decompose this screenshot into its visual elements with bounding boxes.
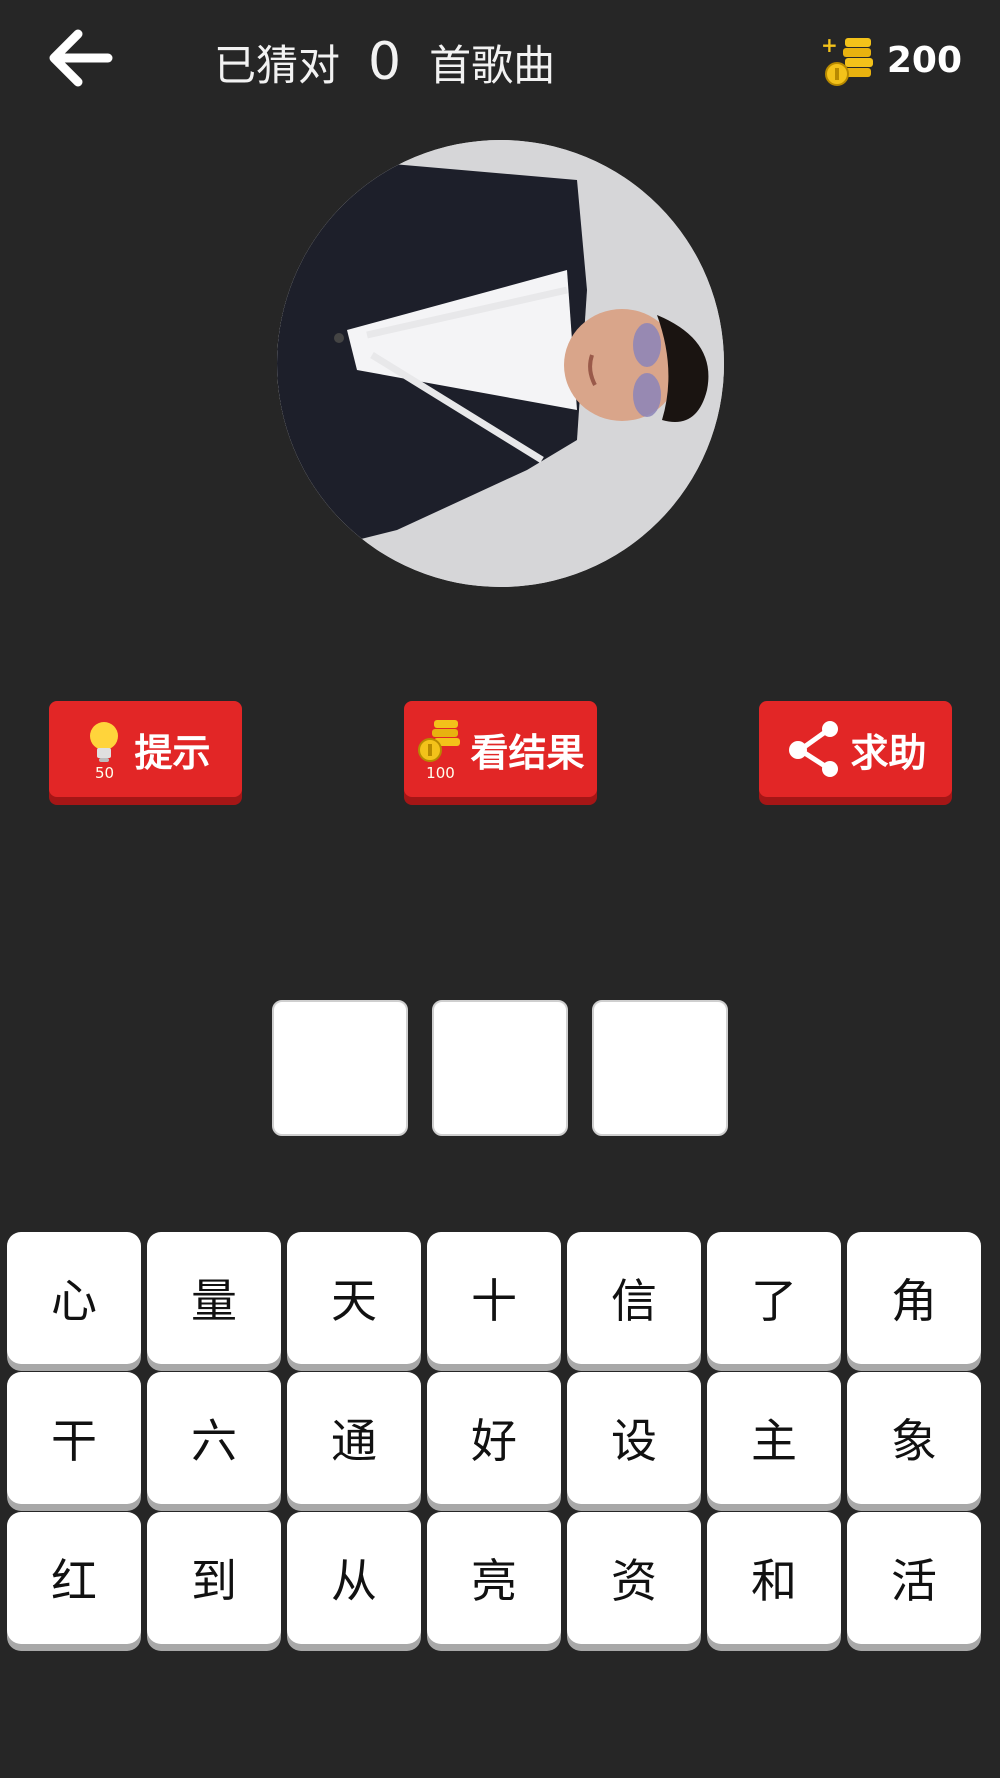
char-key[interactable]: 活 — [847, 1512, 981, 1644]
title-suffix: 首歌曲 — [429, 40, 556, 90]
char-key[interactable]: 主 — [707, 1372, 841, 1504]
char-key[interactable]: 天 — [287, 1232, 421, 1364]
result-cost: 100 — [426, 764, 455, 782]
char-key[interactable]: 和 — [707, 1512, 841, 1644]
char-key[interactable]: 角 — [847, 1232, 981, 1364]
ask-help-button[interactable]: 求助 — [759, 701, 952, 797]
hint-button[interactable]: 50 提示 — [49, 701, 242, 797]
char-key[interactable]: 心 — [7, 1232, 141, 1364]
singer-photo — [277, 140, 724, 587]
arrow-left-icon — [49, 29, 113, 87]
page-title: 已猜对 0 首歌曲 — [214, 22, 555, 102]
char-key[interactable]: 亮 — [427, 1512, 561, 1644]
char-key[interactable]: 到 — [147, 1512, 281, 1644]
char-key[interactable]: 资 — [567, 1512, 701, 1644]
hint-cost: 50 — [94, 764, 115, 782]
char-key[interactable]: 量 — [147, 1232, 281, 1364]
char-key[interactable]: 设 — [567, 1372, 701, 1504]
share-icon — [784, 718, 844, 780]
answer-slot[interactable] — [592, 1000, 728, 1136]
char-key[interactable]: 六 — [147, 1372, 281, 1504]
character-keyboard: 心 量 天 十 信 了 角 干 六 通 好 设 主 象 红 到 从 亮 资 和 … — [7, 1232, 993, 1652]
coins-add-icon: + — [821, 34, 873, 86]
lightbulb-icon: 50 — [80, 718, 128, 782]
show-result-label: 看结果 — [470, 730, 585, 775]
svg-text:+: + — [821, 34, 838, 57]
char-key[interactable]: 信 — [567, 1232, 701, 1364]
char-key[interactable]: 干 — [7, 1372, 141, 1504]
char-key[interactable]: 红 — [7, 1512, 141, 1644]
answer-slot[interactable] — [432, 1000, 568, 1136]
char-key[interactable]: 十 — [427, 1232, 561, 1364]
back-button[interactable] — [48, 28, 114, 88]
char-key[interactable]: 了 — [707, 1232, 841, 1364]
char-key[interactable]: 象 — [847, 1372, 981, 1504]
char-key[interactable]: 通 — [287, 1372, 421, 1504]
coin-amount: 200 — [886, 39, 962, 81]
hint-label: 提示 — [134, 730, 211, 775]
answer-slots — [272, 1000, 728, 1136]
coin-balance[interactable]: + 200 — [821, 30, 962, 90]
coins-icon: 100 — [416, 718, 464, 782]
answer-slot[interactable] — [272, 1000, 408, 1136]
char-key[interactable]: 从 — [287, 1512, 421, 1644]
show-result-button[interactable]: 100 看结果 — [404, 701, 597, 797]
title-prefix: 已猜对 — [214, 40, 341, 90]
ask-help-label: 求助 — [850, 730, 927, 775]
singer-photo-image — [277, 140, 724, 587]
char-key[interactable]: 好 — [427, 1372, 561, 1504]
guessed-count: 0 — [368, 32, 402, 92]
